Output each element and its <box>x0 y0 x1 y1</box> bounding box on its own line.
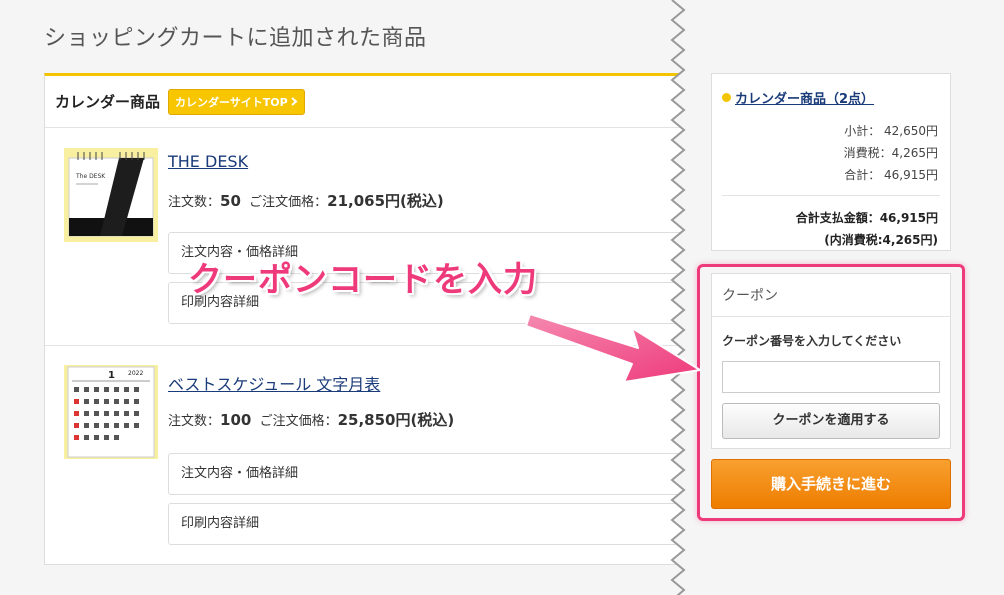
tax: 消費税：4,265円 <box>843 146 938 160</box>
included-tax: (内消費税:4,265円) <box>824 233 938 247</box>
price-value: 25,850円(税込) <box>337 411 455 429</box>
price-label: ご注文価格： <box>249 195 328 210</box>
page-title: ショッピングカートに追加された商品 <box>44 26 427 51</box>
chevron-right-icon <box>291 97 298 106</box>
price-value: 21,065円(税込) <box>327 192 444 210</box>
order-detail-accordion[interactable]: 注文内容・価格詳細 <box>168 453 688 495</box>
svg-text:The DESK: The DESK <box>75 173 106 180</box>
thumb-month: 1 <box>108 370 115 381</box>
bullet-icon <box>722 93 731 102</box>
product-name-link[interactable]: ベストスケジュール 文字月表 <box>168 371 380 395</box>
qty-label: 注文数： <box>168 195 221 210</box>
calendar-site-top-label: カレンダーサイトTOP <box>175 95 288 109</box>
cart-header: カレンダー商品 カレンダーサイトTOP <box>45 76 683 128</box>
product-thumbnail-best-schedule[interactable]: 1 2022 <box>64 365 158 459</box>
summary-title-link[interactable]: カレンダー商品（2点） <box>722 88 874 107</box>
grand-total: 合計支払金額：46,915円 <box>795 211 938 225</box>
qty-label: 注文数： <box>168 414 221 429</box>
annotation-highlight-box <box>697 264 965 521</box>
calendar-site-top-button[interactable]: カレンダーサイトTOP <box>168 88 305 115</box>
product-thumbnail-the-desk[interactable]: The DESK <box>64 148 158 242</box>
print-detail-accordion[interactable]: 印刷内容詳細 <box>168 503 688 545</box>
order-summary-panel: カレンダー商品（2点） 小計： 42,650円 消費税：4,265円 合計： 4… <box>711 73 951 251</box>
total: 合計： 46,915円 <box>844 168 938 182</box>
qty-value: 100 <box>220 411 252 429</box>
cut-divider <box>670 0 694 595</box>
price-label: ご注文価格： <box>259 414 338 429</box>
thumb-year: 2022 <box>128 370 143 377</box>
subtotal: 小計： 42,650円 <box>844 124 938 138</box>
summary-title-text: カレンダー商品（2点） <box>735 92 875 107</box>
qty-value: 50 <box>220 192 241 210</box>
annotation-arrow-icon <box>525 313 701 383</box>
order-summary-line: 注文数：100 ご注文価格：25,850円(税込) <box>168 409 454 430</box>
annotation-label: クーポンコードを入力 <box>188 260 538 300</box>
product-name-link[interactable]: THE DESK <box>168 152 248 171</box>
divider <box>722 195 940 196</box>
cart-heading: カレンダー商品 <box>55 93 161 111</box>
order-summary-line: 注文数：50 ご注文価格：21,065円(税込) <box>168 190 444 211</box>
